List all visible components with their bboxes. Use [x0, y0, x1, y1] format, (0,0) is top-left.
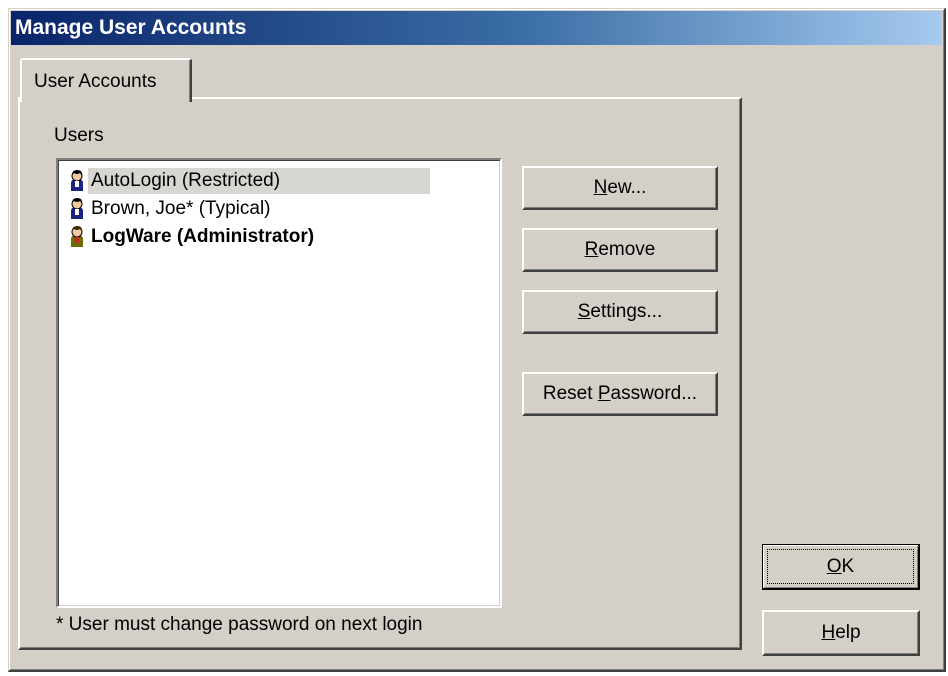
users-label: Users	[54, 125, 104, 146]
admin-user-icon	[71, 226, 83, 247]
list-item[interactable]: AutoLogin (Restricted)	[66, 168, 431, 194]
reset-password-button[interactable]: Reset Password...	[522, 372, 718, 416]
password-change-footnote: * User must change password on next logi…	[56, 614, 423, 635]
focus-rectangle	[767, 549, 914, 584]
ok-button[interactable]: OK	[762, 544, 920, 590]
tab-user-accounts[interactable]: User Accounts	[20, 58, 192, 102]
users-listbox[interactable]: AutoLogin (Restricted) Brown, Joe* (Typi…	[56, 158, 502, 608]
user-name: Brown, Joe* (Typical)	[91, 198, 271, 219]
settings-button[interactable]: Settings...	[522, 290, 718, 334]
user-icon	[71, 198, 83, 219]
new-user-button[interactable]: New...	[522, 166, 718, 210]
list-item[interactable]: Brown, Joe* (Typical)	[66, 196, 421, 222]
remove-user-button[interactable]: Remove	[522, 228, 718, 272]
user-name: AutoLogin (Restricted)	[88, 168, 431, 194]
list-item[interactable]: LogWare (Administrator)	[66, 224, 464, 250]
dialog-title: Manage User Accounts	[11, 11, 942, 45]
user-icon	[71, 170, 83, 191]
help-button[interactable]: Help	[762, 610, 920, 656]
user-name: LogWare (Administrator)	[91, 226, 315, 247]
